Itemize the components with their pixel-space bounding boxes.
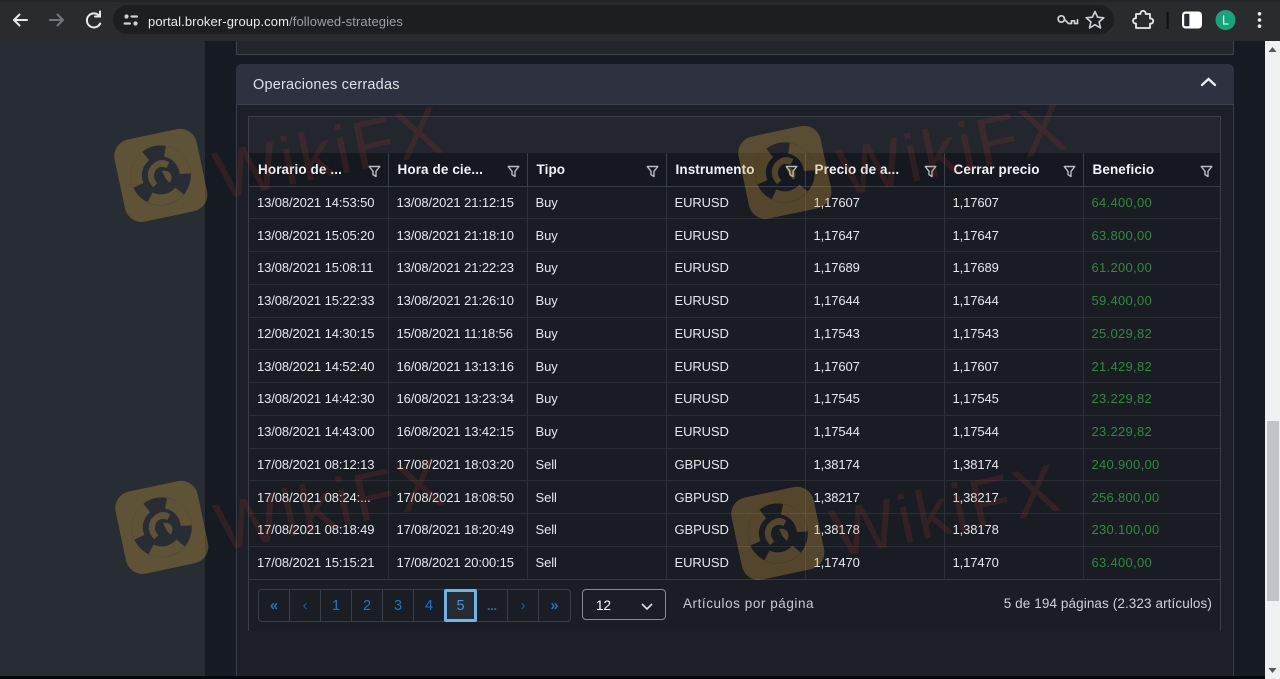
svg-text:L: L bbox=[1222, 14, 1229, 28]
